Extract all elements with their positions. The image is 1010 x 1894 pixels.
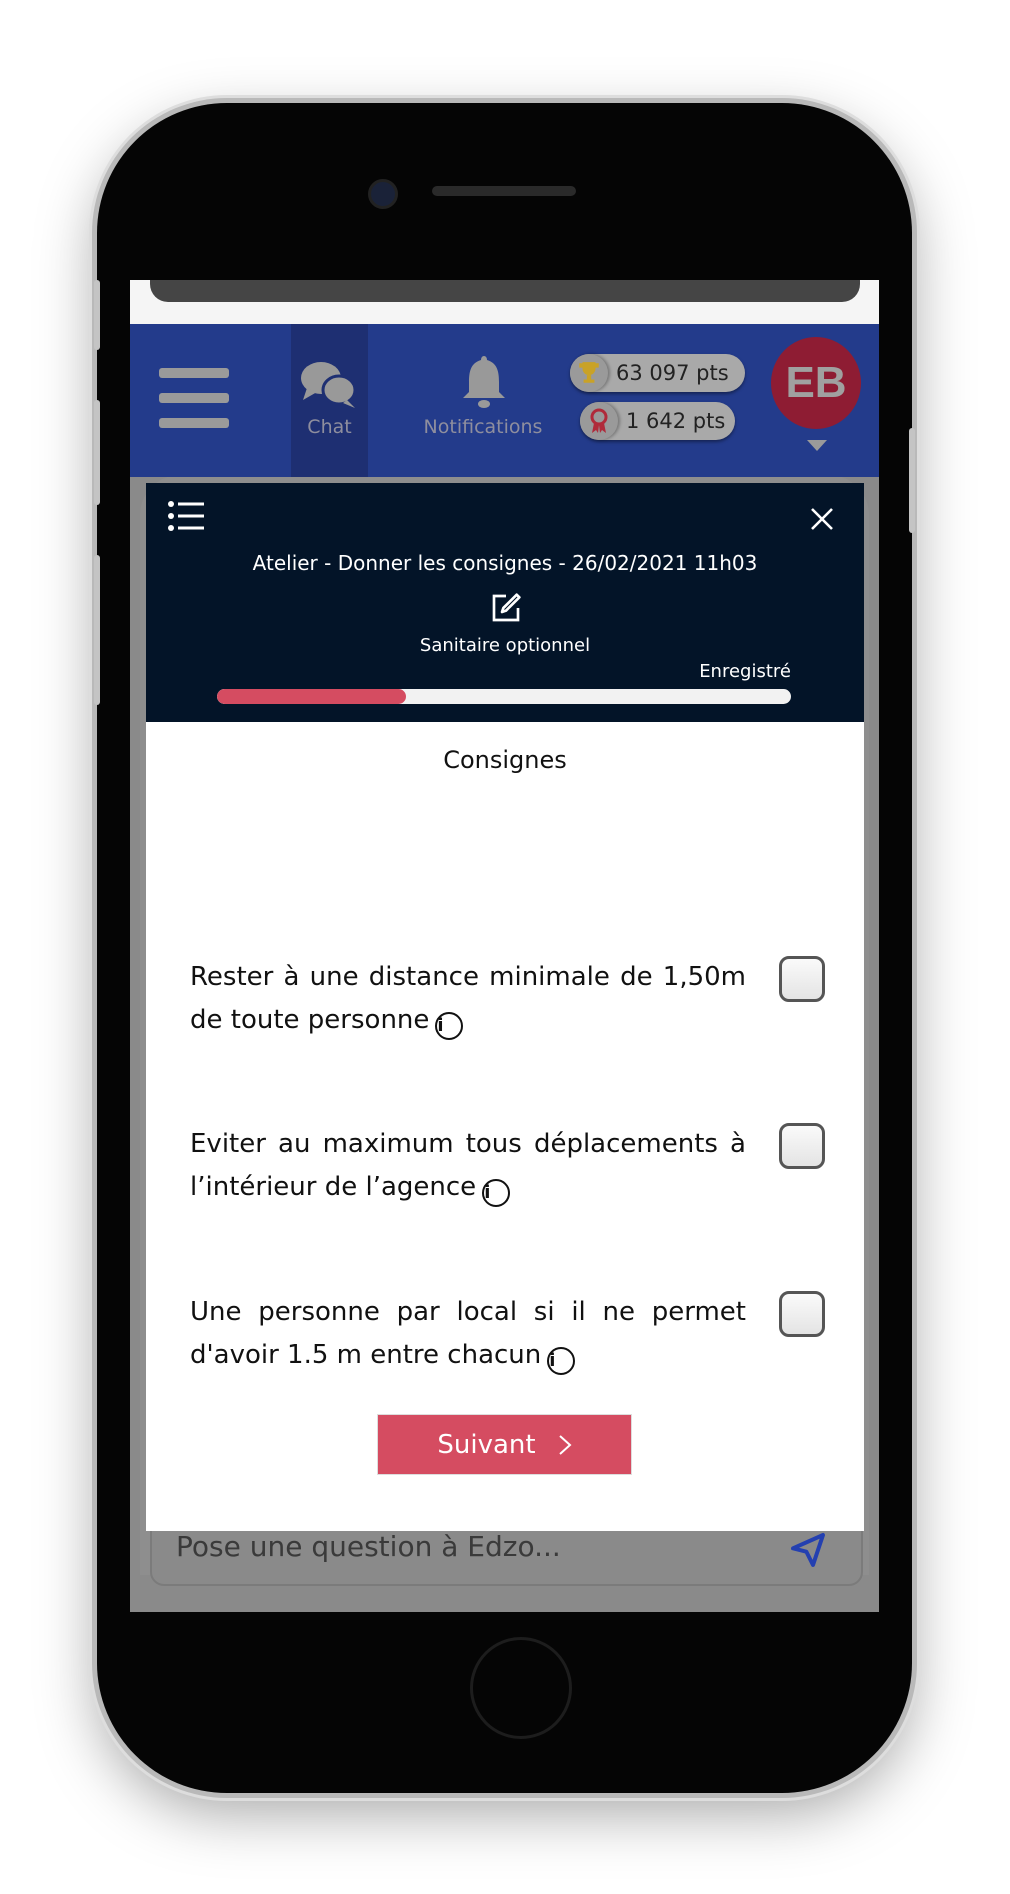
address-bar[interactable] [150,280,860,302]
speaker-grille [432,186,576,196]
phone-volume-up [94,400,100,505]
nav-chat-label: Chat [307,416,352,438]
checklist-item: Une personne par local si il ne permet d… [190,1291,746,1377]
chat-placeholder: Pose une question à Edzo... [176,1530,561,1563]
phone-power-button [909,428,915,533]
camera-icon [368,179,398,209]
modal-title: Atelier - Donner les consignes - 26/02/2… [252,551,758,575]
checklist-item: Rester à une distance minimale de 1,50m … [190,956,746,1042]
next-label: Suivant [437,1429,536,1460]
caret-down-icon[interactable] [807,440,827,451]
close-icon[interactable] [810,507,834,531]
send-icon[interactable] [788,1530,828,1570]
phone-side-button [94,280,100,350]
edit-icon[interactable] [490,592,522,624]
screen: Pose une question à Edzo... Chat Notific… [130,280,879,1612]
item-text: Une personne par local si il ne permet d… [190,1297,746,1370]
checkbox[interactable] [779,1123,825,1169]
info-icon[interactable]: i [435,1012,464,1040]
nav-chat[interactable]: Chat [291,324,368,477]
next-button[interactable]: Suivant [377,1414,632,1475]
avatar[interactable]: EB [771,337,861,429]
item-text: Rester à une distance minimale de 1,50m … [190,962,746,1035]
points-pill-medal[interactable]: 1 642 pts [580,402,735,440]
chat-bubbles-icon [301,362,357,408]
section-title: Consignes [443,746,567,774]
top-header: Chat Notifications 63 097 pts 1 642 pts … [130,324,879,477]
points-pill-trophy[interactable]: 63 097 pts [570,354,745,392]
medal-icon [580,402,618,440]
progress-bar [217,689,791,704]
nav-notifications-label: Notifications [423,416,543,438]
info-icon[interactable]: i [547,1347,576,1375]
modal-subtitle: Sanitaire optionnel [419,635,591,656]
modal-header: Atelier - Donner les consignes - 26/02/2… [146,483,864,722]
points-value: 1 642 pts [626,409,726,433]
item-text: Eviter au maximum tous déplacements à l’… [190,1129,746,1202]
trophy-icon [570,354,608,392]
phone-volume-down [94,555,100,705]
checkbox[interactable] [779,956,825,1002]
avatar-initials: EB [785,358,847,407]
hamburger-menu-icon[interactable] [159,368,229,443]
workshop-modal: Atelier - Donner les consignes - 26/02/2… [146,483,864,1531]
bell-icon [463,356,505,408]
progress-fill [217,689,407,704]
chevron-right-icon [558,1434,572,1455]
info-icon[interactable]: i [482,1179,511,1207]
checklist-item: Eviter au maximum tous déplacements à l’… [190,1123,746,1209]
home-button[interactable] [470,1637,572,1739]
checkbox[interactable] [779,1291,825,1337]
nav-notifications[interactable]: Notifications [403,354,563,464]
points-value: 63 097 pts [616,361,729,385]
save-status: Enregistré [699,661,791,682]
list-icon[interactable] [168,501,204,531]
